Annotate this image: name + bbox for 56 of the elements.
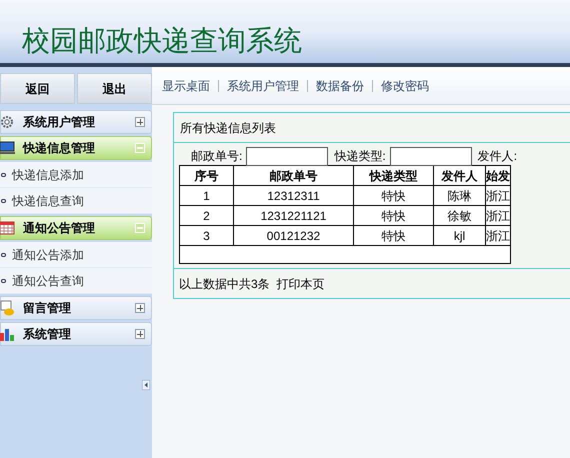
table-cell: 特快 — [354, 206, 434, 226]
menu-group-header[interactable]: 系统管理 — [0, 322, 152, 346]
menu-group-header[interactable]: 留言管理 — [0, 296, 152, 320]
input-field[interactable] — [390, 146, 472, 166]
bullet-icon — [1, 278, 6, 282]
panel-title: 所有快递信息列表 — [180, 120, 276, 136]
table-cell: 特快 — [354, 226, 434, 246]
menu-item[interactable]: 通知公告添加 — [12, 246, 84, 264]
nav-link[interactable]: 修改密码 — [381, 76, 429, 94]
gear-icon — [0, 114, 15, 130]
menu-item[interactable]: 快递信息查询 — [12, 192, 84, 210]
menu-item[interactable]: 通知公告查询 — [12, 272, 84, 290]
column-header: 始发 — [486, 166, 510, 186]
table-cell: 陈琳 — [434, 186, 486, 206]
record-count-text: 以上数据中共3条 打印本页 — [179, 276, 324, 292]
column-header: 快递类型 — [354, 166, 434, 186]
table-cell: 3 — [180, 226, 234, 246]
calendar-icon — [0, 220, 15, 236]
bar-chart-icon — [0, 326, 15, 342]
app-title: 校园邮政快递查询系统 — [22, 27, 302, 55]
exit-button[interactable]: 退出 — [77, 73, 152, 104]
table-cell: 2 — [180, 206, 234, 226]
table-cell: 特快 — [354, 186, 434, 206]
collapse-handle-icon[interactable] — [142, 380, 150, 390]
table-cell: 1231221121 — [234, 206, 354, 226]
menu-item[interactable]: 快递信息添加 — [12, 166, 84, 184]
table-cell: 浙江 — [486, 226, 510, 246]
table-cell: 1 — [180, 186, 234, 206]
nav-link[interactable]: 系统用户管理 — [227, 76, 299, 94]
expand-icon[interactable] — [135, 329, 145, 339]
column-header: 邮政单号 — [234, 166, 354, 186]
menu-group-header[interactable]: 快递信息管理 — [0, 136, 152, 160]
column-header: 序号 — [180, 166, 234, 186]
table-cell: 徐敏 — [434, 206, 486, 226]
field-label: 快递类型: — [334, 148, 386, 165]
input-field[interactable] — [246, 146, 328, 166]
expand-icon[interactable] — [135, 303, 145, 313]
nav-link[interactable]: 数据备份 — [316, 76, 364, 94]
column-header: 发件人 — [434, 166, 486, 186]
menu-group-header[interactable]: 系统用户管理 — [0, 110, 152, 134]
back-button[interactable]: 返回 — [0, 73, 75, 104]
bullet-icon — [1, 198, 6, 202]
table-cell: 00121232 — [234, 226, 354, 246]
nav-link[interactable]: 显示桌面 — [162, 76, 210, 94]
table-cell: 浙江 — [486, 186, 510, 206]
monitor-icon — [0, 140, 15, 156]
menu-group-header[interactable]: 通知公告管理 — [0, 216, 152, 240]
field-label: 邮政单号: — [191, 148, 242, 165]
expand-icon[interactable] — [135, 117, 145, 127]
bullet-icon — [1, 172, 6, 176]
note-icon — [0, 300, 15, 316]
table-cell: 浙江 — [486, 206, 510, 226]
table-cell: 12312311 — [234, 186, 354, 206]
field-label: 发件人: — [478, 148, 518, 165]
bullet-icon — [1, 252, 6, 256]
table-cell: kjl — [434, 226, 486, 246]
